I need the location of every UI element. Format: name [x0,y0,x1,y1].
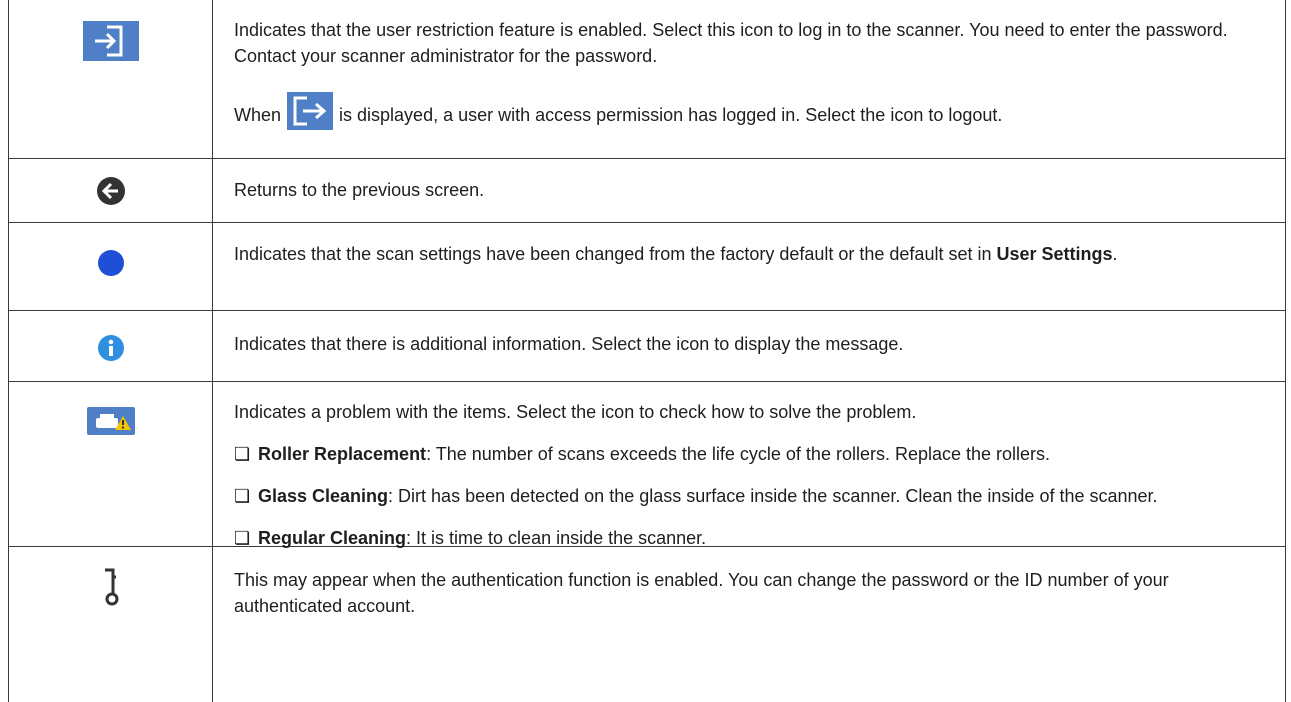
description-text: Returns to the previous screen. [234,180,485,200]
description-text: Indicates that the scan settings have be… [234,244,1118,264]
description-cell: Returns to the previous screen. [213,159,1285,222]
description-text: When is displayed, a user with access pe… [234,92,1263,137]
scanner-warning-icon [86,407,135,440]
checkbox-bullet-icon: ❏ [234,486,251,506]
icon-cell [9,382,213,546]
description-text: Indicates a problem with the items. Sele… [234,402,917,422]
icon-cell [9,223,213,310]
blue-dot-icon [97,249,125,282]
description-cell: Indicates a problem with the items. Sele… [213,382,1285,548]
user-settings-label: User Settings [996,244,1113,264]
table-row: Indicates that there is additional infor… [9,311,1285,382]
table-row: Indicates that the scan settings have be… [9,223,1285,311]
info-icon [97,334,125,367]
icon-description-table: Indicates that the user restriction feat… [8,0,1286,702]
description-text: Indicates that there is additional infor… [234,334,904,354]
table-row: This may appear when the authentication … [9,547,1285,702]
icon-cell [9,311,213,381]
icon-cell [9,547,213,702]
description-text: Indicates that the user restriction feat… [234,20,1228,66]
problem-list: ❏ Roller Replacement: The number of scan… [234,441,1263,551]
description-cell: This may appear when the authentication … [213,547,1285,702]
back-arrow-icon [96,176,126,211]
description-cell: Indicates that the scan settings have be… [213,223,1285,310]
description-cell: Indicates that the user restriction feat… [213,0,1285,158]
list-item: ❏ Glass Cleaning: Dirt has been detected… [234,483,1263,509]
key-icon [101,568,121,611]
login-icon [82,21,139,66]
description-cell: Indicates that there is additional infor… [213,311,1285,381]
table-row: Returns to the previous screen. [9,159,1285,223]
icon-cell [9,159,213,222]
table-row: Indicates that the user restriction feat… [9,0,1285,159]
checkbox-bullet-icon: ❏ [234,444,251,464]
table-row: Indicates a problem with the items. Sele… [9,382,1285,548]
list-item: ❏ Roller Replacement: The number of scan… [234,441,1263,467]
description-text: This may appear when the authentication … [234,570,1169,616]
icon-cell [9,0,213,158]
logout-icon [287,92,334,137]
